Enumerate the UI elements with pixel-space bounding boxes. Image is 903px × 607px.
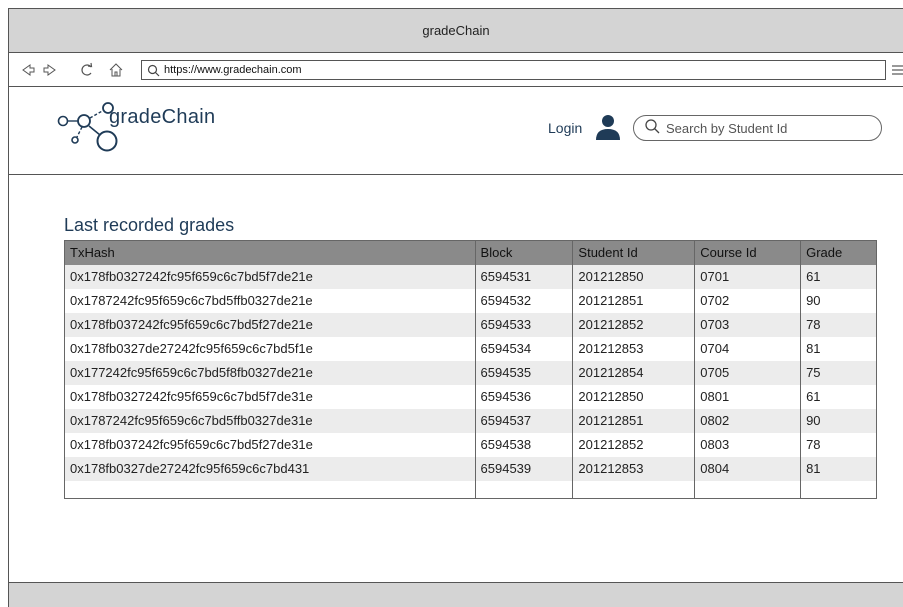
column-header-grade[interactable]: Grade	[800, 240, 877, 265]
cell-course-id: 0703	[694, 312, 801, 337]
table-row[interactable]: 0x178fb0327de27242fc95f659c6c7bd431 6594…	[64, 456, 877, 481]
refresh-icon[interactable]	[78, 61, 96, 79]
column-header-txhash[interactable]: TxHash	[64, 240, 476, 265]
search-icon	[142, 64, 164, 77]
cell-student-id: 201212852	[572, 432, 695, 457]
grades-table: TxHash Block Student Id Course Id Grade …	[64, 240, 877, 499]
cell-block: 6594538	[474, 432, 573, 457]
cell-course-id: 0802	[694, 408, 801, 433]
table-row[interactable]: 0x178fb037242fc95f659c6c7bd5f27de31e 659…	[65, 432, 877, 457]
cell-student-id: 201212853	[572, 456, 695, 481]
cell-grade: 90	[800, 288, 877, 313]
cell-block: 6594534	[474, 336, 573, 361]
table-header-row: TxHash Block Student Id Course Id Grade	[64, 240, 877, 265]
cell-block: 6594539	[474, 456, 573, 481]
cell-student-id: 201212852	[572, 312, 695, 337]
site-logo[interactable]: gradeChain	[52, 97, 262, 159]
cell-block: 6594535	[474, 360, 573, 385]
cell-txhash: 0x178fb037242fc95f659c6c7bd5f27de21e	[64, 312, 476, 337]
cell-course-id: 0705	[694, 360, 801, 385]
back-icon[interactable]	[19, 61, 37, 79]
cell-course-id: 0702	[694, 288, 801, 313]
table-row[interactable]: 0x1787242fc95f659c6c7bd5ffb0327de21e 659…	[65, 288, 877, 313]
cell-course-id: 0801	[694, 384, 801, 409]
cell-block: 6594532	[474, 288, 573, 313]
address-url: https://www.gradechain.com	[164, 64, 302, 76]
table-filler-row	[64, 480, 877, 499]
cell-txhash: 0x1787242fc95f659c6c7bd5ffb0327de31e	[64, 408, 476, 433]
cell-grade: 78	[800, 312, 877, 337]
cell-student-id: 201212851	[572, 408, 695, 433]
cell-grade: 81	[800, 456, 877, 481]
table-row[interactable]: 0x1787242fc95f659c6c7bd5ffb0327de31e 659…	[64, 408, 877, 433]
cell-student-id: 201212850	[572, 264, 695, 289]
cell-grade: 61	[800, 384, 877, 409]
cell-course-id: 0804	[694, 456, 801, 481]
cell-course-id: 0701	[694, 264, 801, 289]
cell-txhash: 0x178fb0327de27242fc95f659c6c7bd5f1e	[70, 341, 313, 356]
cell-txhash: 0x1787242fc95f659c6c7bd5ffb0327de21e	[70, 293, 313, 308]
cell-grade: 81	[800, 336, 877, 361]
window-title: gradeChain	[422, 23, 490, 38]
cell-txhash: 0x178fb0327242fc95f659c6c7bd5f7de31e	[70, 389, 313, 404]
cell-course-id: 0803	[694, 432, 801, 457]
cell-txhash: 0x178fb0327de27242fc95f659c6c7bd431	[64, 456, 476, 481]
table-row[interactable]: 0x178fb0327242fc95f659c6c7bd5f7de31e 659…	[65, 384, 877, 409]
cell-student-id: 201212850	[572, 384, 695, 409]
cell-block: 6594531	[474, 264, 573, 289]
column-header-student-id[interactable]: Student Id	[572, 240, 695, 265]
user-icon[interactable]	[593, 114, 623, 140]
main-content: Last recorded grades TxHash Block Studen…	[9, 175, 903, 575]
table-row[interactable]: 0x178fb0327242fc95f659c6c7bd5f7de21e 659…	[64, 264, 877, 289]
table-row[interactable]: 0x177242fc95f659c6c7bd5f8fb0327de21e 659…	[64, 360, 877, 385]
page-footer	[9, 582, 903, 607]
column-header-block[interactable]: Block	[474, 240, 573, 265]
menu-icon[interactable]	[889, 61, 903, 79]
browser-toolbar: https://www.gradechain.com	[9, 53, 903, 87]
cell-txhash: 0x178fb037242fc95f659c6c7bd5f27de31e	[70, 437, 313, 452]
section-title: Last recorded grades	[64, 215, 235, 235]
cell-grade: 75	[800, 360, 877, 385]
cell-block: 6594537	[474, 408, 573, 433]
login-link[interactable]: Login	[548, 120, 582, 136]
browser-window: gradeChain https://www.gradechain.com gr…	[8, 8, 903, 607]
cell-grade: 78	[800, 432, 877, 457]
home-icon[interactable]	[107, 61, 125, 79]
search-icon	[644, 118, 660, 139]
cell-txhash: 0x178fb0327242fc95f659c6c7bd5f7de21e	[64, 264, 476, 289]
site-header: gradeChain Login	[9, 87, 903, 175]
cell-student-id: 201212853	[572, 336, 695, 361]
table-row[interactable]: 0x178fb0327de27242fc95f659c6c7bd5f1e 659…	[65, 336, 877, 361]
cell-course-id: 0704	[694, 336, 801, 361]
logo-text: gradeChain	[109, 106, 216, 128]
cell-txhash: 0x177242fc95f659c6c7bd5f8fb0327de21e	[64, 360, 476, 385]
address-bar[interactable]: https://www.gradechain.com	[141, 60, 886, 80]
cell-student-id: 201212854	[572, 360, 695, 385]
cell-block: 6594533	[474, 312, 573, 337]
cell-student-id: 201212851	[572, 288, 695, 313]
forward-icon[interactable]	[41, 61, 59, 79]
table-row[interactable]: 0x178fb037242fc95f659c6c7bd5f27de21e 659…	[64, 312, 877, 337]
cell-block: 6594536	[474, 384, 573, 409]
window-titlebar: gradeChain	[9, 9, 903, 53]
student-search-box[interactable]	[633, 115, 882, 141]
column-header-course-id[interactable]: Course Id	[694, 240, 801, 265]
cell-grade: 90	[800, 408, 877, 433]
cell-grade: 61	[800, 264, 877, 289]
student-search-input[interactable]	[666, 120, 856, 136]
